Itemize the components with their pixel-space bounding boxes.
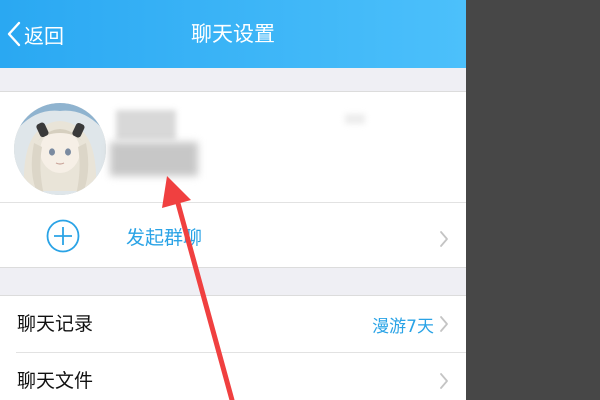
avatar-image	[14, 103, 106, 195]
contact-card: 发起群聊	[0, 91, 466, 268]
chat-settings-screen: 返回 聊天设置 发起群聊 聊天记录 漫游7天 聊天文件	[0, 0, 466, 400]
navigation-bar: 返回 聊天设置	[0, 0, 466, 68]
chevron-right-icon	[440, 316, 448, 332]
chat-files-label: 聊天文件	[17, 370, 94, 392]
avatar[interactable]	[14, 103, 106, 195]
plus-circle-icon	[46, 219, 80, 253]
settings-list: 聊天记录 漫游7天 聊天文件	[0, 295, 466, 400]
id-redacted	[110, 142, 198, 176]
chat-history-row[interactable]: 聊天记录 漫游7天	[0, 296, 466, 352]
start-group-chat-label: 发起群聊	[126, 227, 203, 249]
chat-history-value: 漫游7天	[372, 317, 434, 337]
start-group-chat-row[interactable]: 发起群聊	[0, 203, 466, 267]
name-redacted	[116, 110, 176, 140]
screen: 返回 聊天设置 发起群聊 聊天记录 漫游7天 聊天文件	[0, 0, 600, 400]
contact-profile-row[interactable]	[0, 92, 466, 247]
redacted-mark	[345, 114, 365, 124]
chat-history-label: 聊天记录	[17, 313, 94, 335]
chevron-right-icon	[440, 373, 448, 389]
page-title: 聊天设置	[191, 22, 275, 46]
chat-files-row[interactable]: 聊天文件	[0, 353, 466, 400]
background-panel	[466, 0, 600, 400]
